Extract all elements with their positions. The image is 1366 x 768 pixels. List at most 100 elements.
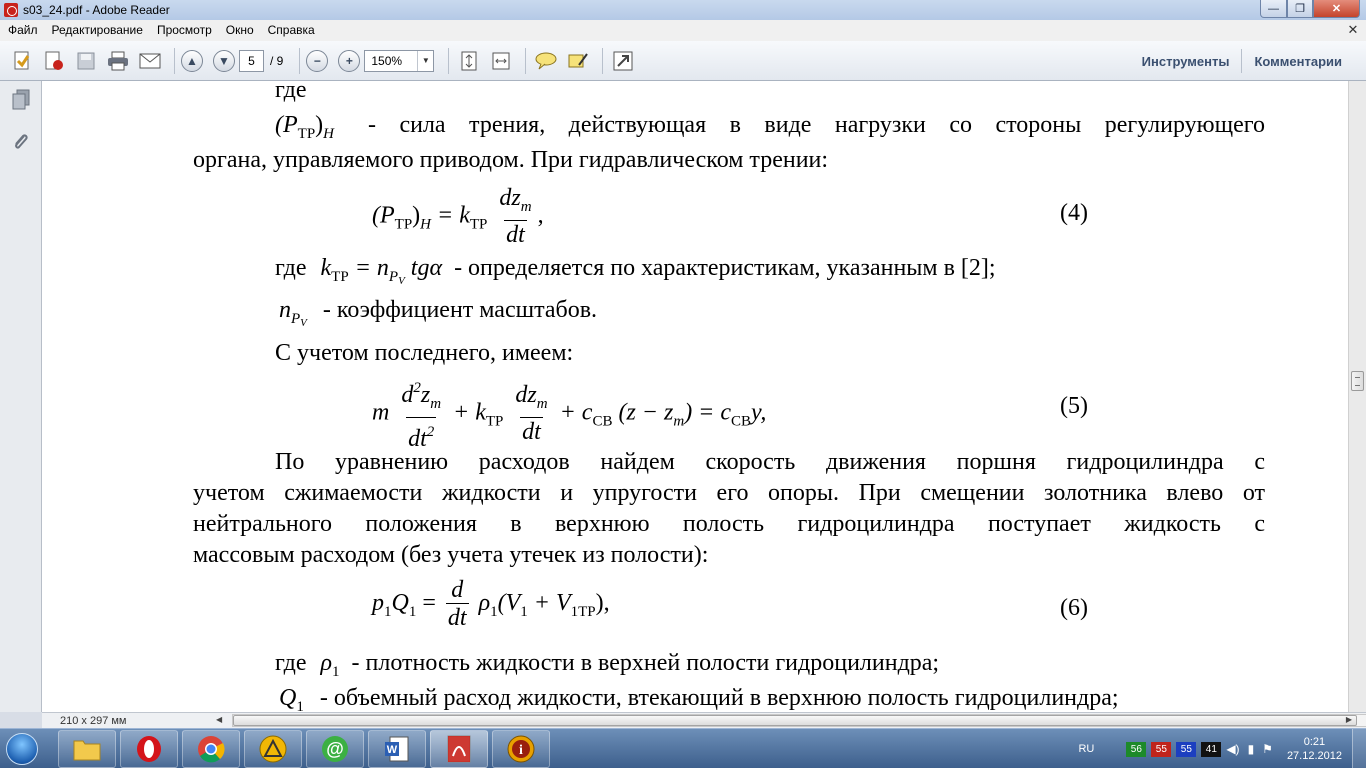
taskbar-explorer[interactable]: [58, 729, 116, 768]
menu-view[interactable]: Просмотр: [150, 20, 219, 41]
expand-icon: [613, 51, 633, 70]
page-total: / 9: [270, 53, 284, 68]
previous-page-button[interactable]: ▲: [181, 49, 203, 72]
taskbar-opera[interactable]: [120, 729, 178, 768]
flag-icon[interactable]: ⚑: [1262, 742, 1273, 756]
volume-icon[interactable]: ◀): [1226, 742, 1239, 756]
math-subscript: m: [673, 413, 685, 430]
taskbar-app-triangle[interactable]: [244, 729, 302, 768]
math-symbol: + k: [453, 399, 486, 426]
at-sign-icon: @: [322, 735, 348, 762]
menu-help[interactable]: Справка: [261, 20, 322, 41]
word-icon: W: [385, 736, 409, 761]
vertical-scroll-thumb[interactable]: [1351, 371, 1364, 391]
zoom-out-button[interactable]: −: [306, 49, 329, 72]
paragraph-line: По уравнению расходов найдем скорость дв…: [275, 449, 1265, 475]
create-pdf-button[interactable]: [8, 47, 36, 75]
math-symbol: ,: [537, 202, 544, 229]
comments-button[interactable]: Комментарии: [1242, 54, 1354, 69]
fraction-denominator: dt: [445, 603, 469, 631]
highlight-button[interactable]: [564, 47, 592, 75]
edit-pdf-button[interactable]: [40, 47, 68, 75]
fraction: dzm dt: [497, 185, 533, 249]
text-line: где kТР = nPV tgα - определяется по хара…: [275, 255, 996, 287]
windows-logo-icon: [6, 732, 38, 765]
zoom-select[interactable]: 150% ▼: [364, 49, 435, 72]
math-symbol: Q: [391, 590, 409, 617]
tray-counter-black[interactable]: 41: [1201, 741, 1222, 757]
menu-file[interactable]: Файл: [1, 20, 45, 41]
math-subscript: 1ТР: [570, 604, 596, 621]
taskbar-adobe-reader[interactable]: [430, 729, 488, 768]
pdf-page: где (PТР)H - сила трения, действующая в …: [42, 81, 1348, 712]
taskbar-mail-agent[interactable]: @: [306, 729, 364, 768]
next-page-button[interactable]: ▼: [213, 49, 235, 72]
math-symbol: (P: [275, 112, 298, 138]
print-button[interactable]: [104, 47, 132, 75]
fit-page-button[interactable]: [455, 47, 483, 75]
clock[interactable]: 0:21 27.12.2012: [1287, 735, 1342, 763]
text-fragment: - коэффициент масштабов.: [322, 297, 598, 323]
vertical-scrollbar[interactable]: [1348, 81, 1366, 712]
fit-width-icon: [492, 52, 510, 69]
page-thumbnails-icon: [12, 89, 30, 110]
toolbar-right: Инструменты Комментарии: [1130, 41, 1354, 81]
close-document-button[interactable]: ✕: [1346, 23, 1360, 37]
maximize-button[interactable]: ❐: [1287, 0, 1313, 18]
full-screen-button[interactable]: [609, 47, 637, 75]
close-button[interactable]: ✕: [1313, 0, 1360, 18]
text-fragment: - плотность жидкости в верхней полости г…: [351, 650, 940, 676]
menu-edit[interactable]: Редактирование: [45, 20, 150, 41]
math-symbol: (z − z: [618, 399, 674, 426]
paragraph-line: учетом сжимаемости жидкости и упругости …: [193, 480, 1265, 506]
save-icon: [77, 52, 95, 69]
chevron-down-icon: ▼: [417, 50, 433, 71]
math-subscript: m: [520, 199, 532, 215]
math-symbol: z: [420, 382, 431, 408]
show-desktop-button[interactable]: [1352, 729, 1366, 768]
math-symbol: dz: [499, 185, 521, 211]
network-signal-icon[interactable]: ▮: [1248, 742, 1255, 756]
taskbar-info-app[interactable]: i: [492, 729, 550, 768]
fit-width-button[interactable]: [487, 47, 515, 75]
math-symbol: (V: [497, 590, 521, 617]
zoom-in-button[interactable]: +: [338, 49, 361, 72]
tray-counter-blue[interactable]: 55: [1176, 741, 1197, 757]
tools-button[interactable]: Инструменты: [1130, 54, 1242, 69]
document-viewport[interactable]: где (PТР)H - сила трения, действующая в …: [42, 81, 1348, 712]
pages-panel-button[interactable]: [10, 89, 32, 111]
math-symbol: ),: [595, 590, 610, 617]
save-button[interactable]: [72, 47, 100, 75]
text-line: С учетом последнего, имеем:: [275, 340, 574, 366]
triangle-app-icon: [259, 735, 287, 762]
tray-counter-red[interactable]: 55: [1151, 741, 1172, 757]
scroll-left-icon[interactable]: ◀: [216, 715, 222, 724]
tray-counter-green[interactable]: 56: [1126, 741, 1147, 757]
add-comment-button[interactable]: [532, 47, 560, 75]
text-line: Q1 - объемный расход жидкости, втекающий…: [279, 685, 1119, 712]
toolbar: ▲ ▼ 5 / 9 − + 150% ▼ Инструменты Коммент…: [0, 41, 1366, 81]
menu-window[interactable]: Окно: [219, 20, 261, 41]
language-indicator[interactable]: RU: [1078, 743, 1094, 755]
taskbar-word[interactable]: W: [368, 729, 426, 768]
email-button[interactable]: [136, 47, 164, 75]
fit-page-icon: [461, 51, 477, 70]
text-line: - сила трения, действующая в виде нагруз…: [368, 112, 1265, 138]
equation-6: p1Q1 = d dt ρ1(V1 + V1ТР),: [372, 577, 610, 632]
math-subscript: 1: [408, 604, 417, 621]
fraction: d dt: [445, 577, 469, 632]
equation-number: (4): [1060, 200, 1088, 226]
start-button[interactable]: [0, 729, 44, 768]
scroll-right-icon[interactable]: ▶: [1346, 715, 1352, 724]
clock-time: 0:21: [1303, 736, 1326, 748]
math-subscript: H: [420, 216, 432, 233]
minimize-button[interactable]: —: [1260, 0, 1287, 18]
attachments-panel-button[interactable]: [10, 131, 32, 153]
fraction-denominator: dt: [504, 220, 527, 248]
taskbar-chrome[interactable]: [182, 729, 240, 768]
text-fragment: где: [275, 650, 307, 676]
horizontal-scroll-thumb[interactable]: [233, 715, 1357, 726]
page-number-input[interactable]: 5: [239, 49, 264, 72]
system-tray: RU 56 55 55 41 ◀) ▮ ⚑ 0:21 27.12.2012: [1078, 729, 1366, 768]
horizontal-scrollbar[interactable]: [232, 714, 1366, 727]
